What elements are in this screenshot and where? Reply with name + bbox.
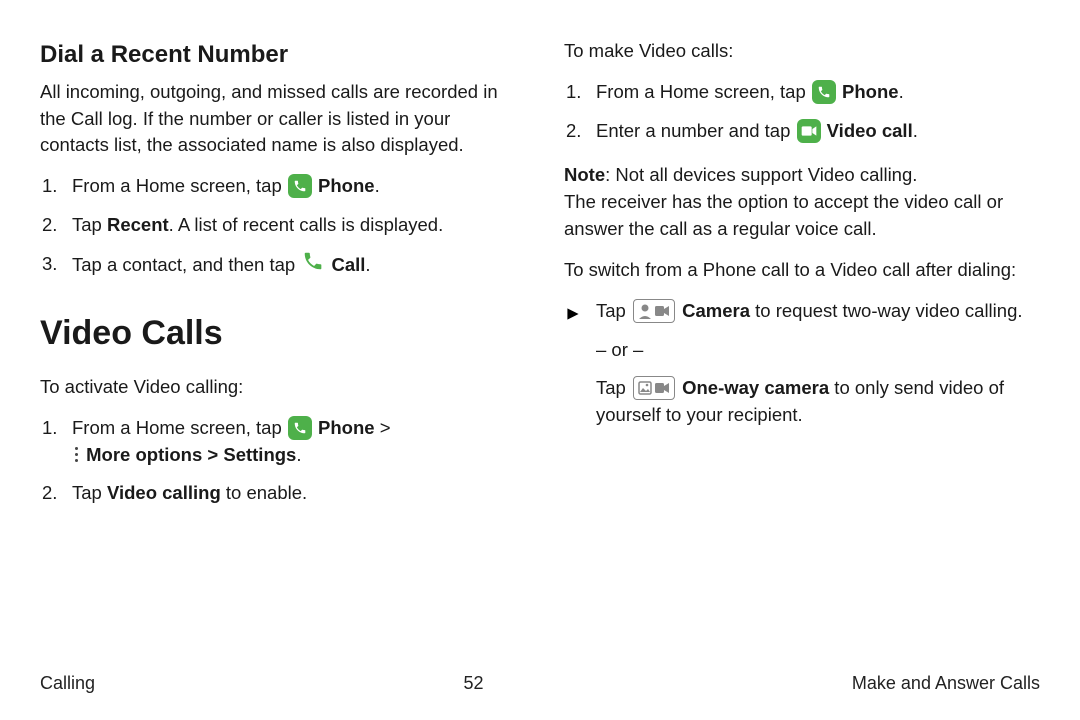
act2-text-a: Tap	[72, 482, 107, 503]
footer-right: Make and Answer Calls	[852, 673, 1040, 694]
call-icon	[302, 250, 324, 280]
make-intro: To make Video calls:	[564, 38, 1040, 65]
m2-video-call-label: Video call	[827, 120, 913, 141]
act1-text-e: .	[296, 444, 301, 465]
dial-recent-heading: Dial a Recent Number	[40, 38, 516, 73]
m2-text-a: Enter a number and tap	[596, 120, 796, 141]
make-steps: From a Home screen, tap Phone. Enter a n…	[564, 79, 1040, 145]
sw1-text-c: to request two-way video calling.	[750, 300, 1023, 321]
activate-intro: To activate Video calling:	[40, 374, 516, 401]
dial-recent-intro: All incoming, outgoing, and missed calls…	[40, 79, 516, 159]
switch-option-1: Tap Camera to request two-way video call…	[564, 298, 1040, 325]
act1-chevron: >	[375, 417, 391, 438]
switch-option-2: Tap One-way camera to only send video of…	[564, 375, 1040, 429]
note-label: Note	[564, 164, 605, 185]
camera-icon	[633, 299, 675, 323]
step1-phone-label: Phone	[318, 175, 375, 196]
m2-text-c: .	[913, 120, 918, 141]
m1-text-a: From a Home screen, tap	[596, 81, 811, 102]
make-step-1: From a Home screen, tap Phone.	[564, 79, 1040, 106]
video-calls-heading: Video Calls	[40, 309, 516, 358]
step1-text-a: From a Home screen, tap	[72, 175, 287, 196]
step1-text-c: .	[375, 175, 380, 196]
switch-options: Tap Camera to request two-way video call…	[564, 298, 1040, 325]
switch-intro: To switch from a Phone call to a Video c…	[564, 257, 1040, 284]
activate-step-1: From a Home screen, tap Phone > More opt…	[40, 415, 516, 469]
step-3: Tap a contact, and then tap Call.	[40, 251, 516, 281]
footer-page-number: 52	[463, 673, 483, 694]
note-line2: The receiver has the option to accept th…	[564, 191, 1003, 239]
act2-video-calling: Video calling	[107, 482, 221, 503]
more-options-icon	[75, 447, 78, 462]
footer-left: Calling	[40, 673, 95, 694]
step2-text-c: . A list of recent calls is displayed.	[169, 214, 444, 235]
phone-icon	[288, 416, 312, 440]
triangle-bullet-icon	[566, 302, 580, 329]
activate-steps: From a Home screen, tap Phone > More opt…	[40, 415, 516, 507]
left-column: Dial a Recent Number All incoming, outgo…	[40, 38, 516, 525]
sw1-text-a: Tap	[596, 300, 631, 321]
or-separator: – or –	[564, 337, 1040, 364]
m1-text-c: .	[899, 81, 904, 102]
sw2-oneway-label: One-way camera	[682, 377, 829, 398]
phone-icon	[288, 174, 312, 198]
sw1-camera-label: Camera	[682, 300, 750, 321]
step3-call-label: Call	[331, 254, 365, 275]
note-text: : Not all devices support Video calling.	[605, 164, 917, 185]
step-1: From a Home screen, tap Phone.	[40, 173, 516, 200]
step2-text-a: Tap	[72, 214, 107, 235]
phone-icon	[812, 80, 836, 104]
act1-phone-label: Phone	[318, 417, 375, 438]
note-paragraph: Note: Not all devices support Video call…	[564, 162, 1040, 242]
make-step-2: Enter a number and tap Video call.	[564, 118, 1040, 145]
act2-text-c: to enable.	[221, 482, 307, 503]
act1-text-a: From a Home screen, tap	[72, 417, 287, 438]
page-footer: Calling 52 Make and Answer Calls	[40, 673, 1040, 694]
right-column: To make Video calls: From a Home screen,…	[564, 38, 1040, 525]
one-way-camera-icon	[633, 376, 675, 400]
m1-phone-label: Phone	[842, 81, 899, 102]
video-call-icon	[797, 119, 821, 143]
step-2: Tap Recent. A list of recent calls is di…	[40, 212, 516, 239]
act1-more-settings: More options > Settings	[86, 444, 296, 465]
activate-step-2: Tap Video calling to enable.	[40, 480, 516, 507]
sw2-text-a: Tap	[596, 377, 631, 398]
step3-text-a: Tap a contact, and then tap	[72, 254, 300, 275]
step3-text-c: .	[365, 254, 370, 275]
step2-recent-label: Recent	[107, 214, 169, 235]
content-columns: Dial a Recent Number All incoming, outgo…	[40, 38, 1040, 525]
dial-recent-steps: From a Home screen, tap Phone. Tap Recen…	[40, 173, 516, 280]
